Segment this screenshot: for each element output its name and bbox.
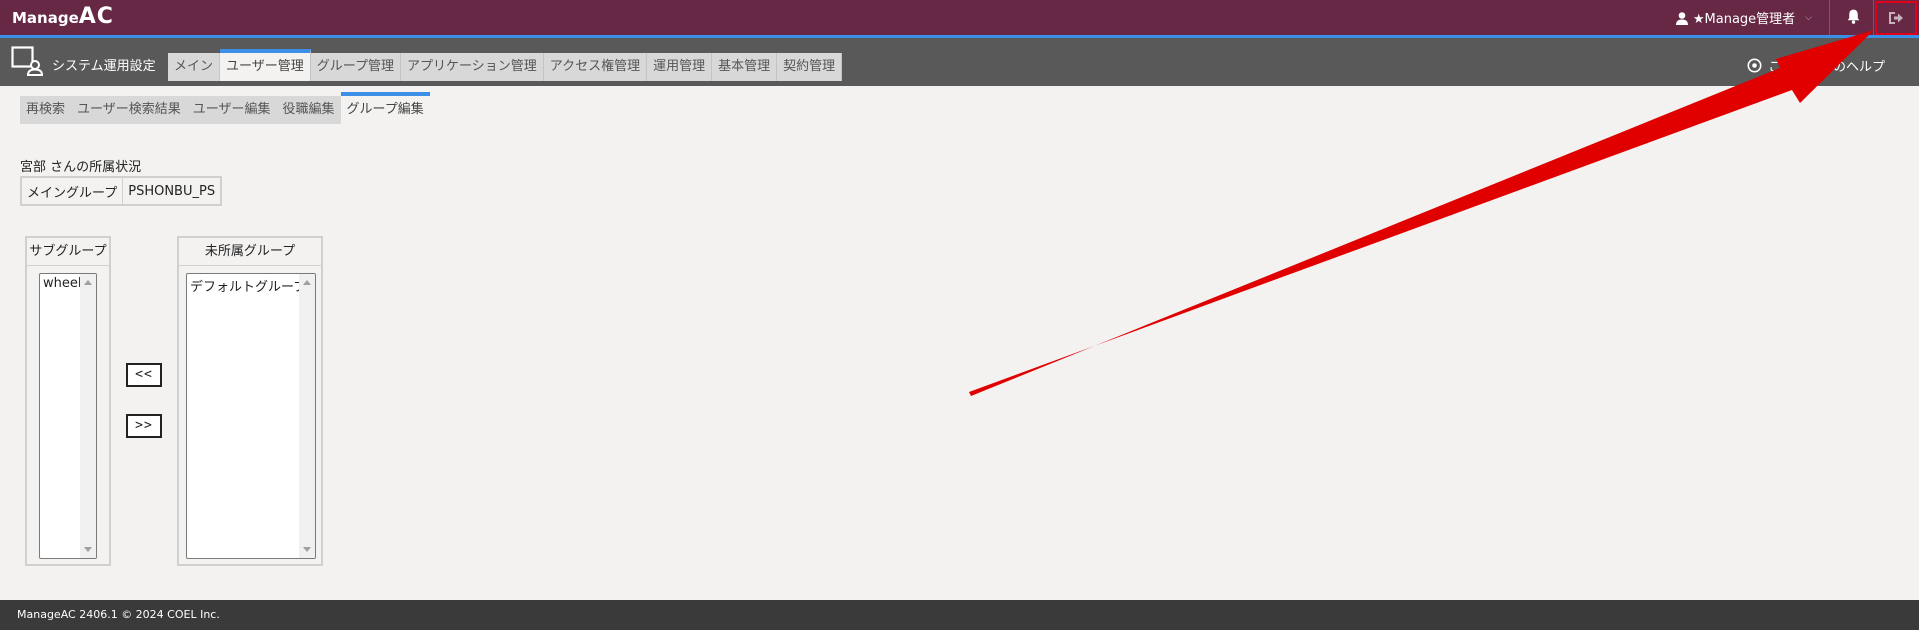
- main-tabs: メイン ユーザー管理 グループ管理 アプリケーション管理 アクセス権管理 運用管…: [168, 49, 843, 81]
- list-item[interactable]: デフォルトグループ: [187, 274, 315, 297]
- divider: [1873, 0, 1874, 35]
- subtab-user-search-results[interactable]: ユーザー検索結果: [71, 96, 187, 124]
- app-logo[interactable]: ManageAC: [12, 4, 114, 29]
- help-label: このページのヘルプ: [1768, 60, 1885, 75]
- add-to-subgroup-button[interactable]: <<: [126, 363, 162, 387]
- tab-contract[interactable]: 契約管理: [777, 53, 843, 81]
- section-bar: システム運用設定 メイン ユーザー管理 グループ管理 アプリケーション管理 アク…: [0, 38, 1919, 86]
- subtab-position-edit[interactable]: 役職編集: [276, 96, 341, 124]
- scroll-down-icon[interactable]: [303, 547, 311, 552]
- user-menu[interactable]: ★Manage管理者 ⌵: [1675, 8, 1812, 27]
- scroll-down-icon[interactable]: [84, 547, 92, 552]
- logout-button[interactable]: [1875, 1, 1917, 35]
- subgroup-title: サブグループ: [27, 238, 109, 266]
- tab-user-management[interactable]: ユーザー管理: [220, 49, 311, 81]
- user-icon: [1675, 11, 1688, 25]
- bell-icon[interactable]: [1845, 8, 1862, 25]
- system-settings-icon: [11, 46, 43, 76]
- help-link[interactable]: このページのヘルプ: [1747, 56, 1885, 75]
- membership-title: 宮部 さんの所属状況: [20, 160, 142, 175]
- footer-text: ManageAC 2406.1 © 2024 COEL Inc.: [17, 608, 220, 621]
- user-name: ★Manage管理者: [1692, 12, 1796, 27]
- scroll-up-icon[interactable]: [84, 280, 92, 285]
- tab-group-management[interactable]: グループ管理: [310, 53, 401, 81]
- scrollbar[interactable]: [299, 274, 315, 558]
- subtab-research[interactable]: 再検索: [20, 96, 72, 124]
- tab-operations[interactable]: 運用管理: [647, 53, 713, 81]
- tab-basic[interactable]: 基本管理: [712, 53, 778, 81]
- scrollbar[interactable]: [80, 274, 96, 558]
- subtab-group-edit[interactable]: グループ編集: [340, 92, 430, 124]
- scroll-up-icon[interactable]: [303, 280, 311, 285]
- unassigned-panel: 未所属グループ デフォルトグループ: [177, 236, 323, 566]
- chevron-down-icon: ⌵: [1805, 12, 1812, 23]
- unassigned-title: 未所属グループ: [179, 238, 321, 266]
- tab-access-rights[interactable]: アクセス権管理: [543, 53, 648, 81]
- main-group-label: メイングループ: [20, 176, 124, 206]
- help-icon: [1747, 58, 1762, 73]
- logo-text-manage: Manage: [12, 9, 79, 27]
- top-header: ManageAC ★Manage管理者 ⌵: [0, 0, 1919, 38]
- unassigned-listbox[interactable]: デフォルトグループ: [186, 273, 316, 559]
- subgroup-panel: サブグループ wheel: [25, 236, 111, 566]
- section-title: システム運用設定: [52, 59, 156, 74]
- main-group-table: メイングループ PSHONBU_PS: [20, 176, 223, 206]
- logout-icon: [1889, 12, 1903, 24]
- tab-main[interactable]: メイン: [168, 53, 221, 81]
- subgroup-listbox[interactable]: wheel: [39, 273, 97, 559]
- divider: [1829, 0, 1830, 35]
- subtab-user-edit[interactable]: ユーザー編集: [186, 96, 277, 124]
- sub-tabs: 再検索 ユーザー検索結果 ユーザー編集 役職編集 グループ編集: [20, 92, 430, 124]
- remove-from-subgroup-button[interactable]: >>: [126, 414, 162, 438]
- tab-application-management[interactable]: アプリケーション管理: [401, 53, 544, 81]
- footer: ManageAC 2406.1 © 2024 COEL Inc.: [0, 600, 1919, 630]
- logo-text-ac: AC: [78, 4, 114, 29]
- main-group-value: PSHONBU_PS: [122, 176, 222, 206]
